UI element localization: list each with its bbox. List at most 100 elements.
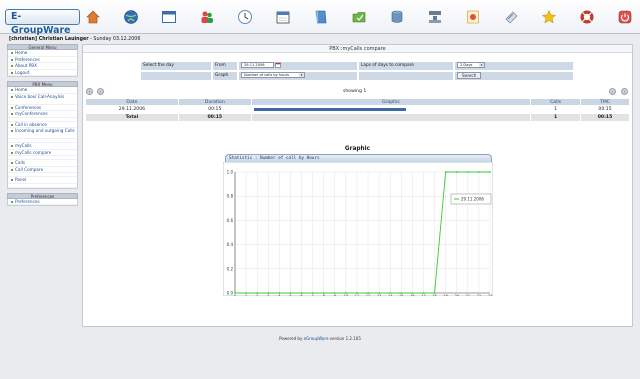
data-point	[256, 292, 259, 294]
x-tick-label: 10	[344, 294, 348, 296]
home-app-button[interactable]	[84, 8, 102, 26]
cell-date: 29.11.2006	[85, 105, 179, 114]
calendar-app-button[interactable]	[274, 8, 292, 26]
footer-link[interactable]: eGroupWare	[304, 336, 329, 341]
y-tick-label: 0.0	[227, 291, 234, 296]
star-app-button[interactable]	[540, 8, 558, 26]
window-app-button[interactable]	[160, 8, 178, 26]
preferences-menu-list: Preferences	[7, 198, 78, 206]
data-point	[245, 292, 247, 294]
sidebar: General Menu Home Preferences About PBX Log…	[7, 44, 78, 210]
total-calls: 1	[530, 113, 582, 122]
col-graphic[interactable]: Graphic	[250, 98, 532, 106]
general-menu: General Menu Home Preferences About PBX Log…	[7, 44, 78, 77]
network-app-button[interactable]	[426, 8, 444, 26]
logout-app-button[interactable]	[616, 8, 634, 26]
data-point	[234, 292, 236, 294]
from-label: From	[212, 61, 238, 71]
x-tick-label: 3	[267, 294, 269, 296]
col-duration[interactable]: Duration	[177, 98, 252, 106]
search-cell: Search	[454, 71, 574, 81]
laps-label: Laps of days to compare	[358, 61, 454, 71]
y-tick-label: 0.4	[227, 242, 234, 247]
from-cell: 29.11.2006	[238, 61, 358, 71]
x-tick-label: 14	[388, 294, 392, 296]
data-point	[478, 171, 480, 173]
graphic-title: Graphic	[344, 146, 371, 152]
x-tick-label: 13	[377, 294, 381, 296]
empty-cell	[140, 71, 212, 81]
chevron-down-icon: ▾	[299, 73, 304, 77]
printer-icon	[505, 11, 518, 24]
sidebar-item-pbx-myconferences[interactable]: myConferences	[8, 111, 77, 118]
sidebar-separator	[8, 184, 77, 188]
clock-icon	[238, 10, 252, 24]
graph-value: Number of calls by hours	[244, 73, 290, 77]
x-tick-label: 12	[366, 294, 370, 296]
x-tick-label: 16	[410, 294, 414, 296]
prev-page-button[interactable]: ‹	[97, 88, 104, 95]
x-tick-label: 8	[323, 294, 325, 296]
x-tick-label: 6	[300, 294, 302, 296]
sidebar-item-pbx-panel[interactable]: Panel	[8, 177, 77, 184]
sidebar-item-general-logout[interactable]: Logout	[8, 70, 77, 76]
search-button[interactable]: Search	[457, 72, 482, 79]
table-row: 29.11.2006 00:15 1 00:15	[85, 105, 630, 114]
sidebar-item-pbx-voice-box-call-anaylsis[interactable]: Voice box/ Call-Anaylsis	[8, 94, 77, 105]
book-icon	[315, 10, 327, 24]
select-day-label: Select the day	[140, 61, 212, 71]
laps-value: 2 Days	[460, 63, 473, 67]
page-title: PBX::myCalls compare	[83, 45, 632, 53]
file-manager-app-button[interactable]	[350, 8, 368, 26]
next-page-button[interactable]: ›	[609, 88, 616, 95]
y-tick-label: 0.2	[227, 266, 234, 271]
home-icon	[86, 10, 100, 24]
col-calls[interactable]: Calls	[530, 98, 582, 106]
data-point	[489, 171, 491, 173]
graph-cell: Number of calls by hours ▾	[238, 71, 358, 81]
cell-tmc: 00:15	[580, 105, 630, 114]
data-point	[311, 292, 314, 294]
col-tmc[interactable]: TMC	[580, 98, 630, 106]
data-point	[444, 171, 447, 173]
laps-cell: 2 Days ▾	[454, 61, 574, 71]
sidebar-item-prefs-preferences[interactable]: Preferences	[8, 199, 77, 205]
x-tick-label: 22	[477, 294, 481, 296]
graph-select[interactable]: Number of calls by hours ▾	[241, 72, 305, 78]
help-icon	[580, 10, 594, 24]
database-app-button[interactable]	[388, 8, 406, 26]
line-chart: 0.00.20.40.60.81.00 1 2 3 4 5 6 7 8 9 10 11 12 13 14 15…	[223, 162, 493, 296]
total-label: Total	[85, 113, 179, 122]
footer-suffix: version 1.2.105	[328, 336, 361, 341]
globe-icon	[124, 10, 138, 24]
sidebar-item-pbx-mycalls-compare[interactable]: myCalls compare	[8, 150, 77, 156]
x-tick-label: 21	[466, 294, 470, 296]
calendar-icon	[276, 11, 290, 24]
sidebar-item-pbx-incoming-and-outgoing-calls[interactable]: Incoming and outgoing Calls	[8, 128, 77, 139]
cell-duration: 00:15	[177, 105, 252, 114]
data-point	[433, 292, 436, 294]
printer-app-button[interactable]	[502, 8, 520, 26]
clock-app-button[interactable]	[236, 8, 254, 26]
users-app-button[interactable]	[198, 8, 216, 26]
book-app-button[interactable]	[312, 8, 330, 26]
data-point	[300, 292, 303, 294]
help-app-button[interactable]	[578, 8, 596, 26]
calendar-icon[interactable]	[275, 62, 282, 68]
notes-app-button[interactable]	[464, 8, 482, 26]
window-icon	[162, 11, 176, 23]
sidebar-item-pbx-call-compare[interactable]: Call Compare	[8, 167, 77, 173]
first-page-button[interactable]: ‹	[86, 88, 93, 95]
preferences-menu: Preferences Preferences	[7, 192, 78, 206]
x-tick-label: 19	[443, 294, 447, 296]
data-point	[289, 292, 292, 294]
egroupware-logo[interactable]: E-GroupWare	[5, 9, 80, 36]
x-tick-label: 0	[234, 294, 236, 296]
from-date-input[interactable]: 29.11.2006	[241, 62, 274, 68]
globe-app-button[interactable]	[122, 8, 140, 26]
last-page-button[interactable]: ›	[621, 88, 628, 95]
network-icon	[429, 11, 441, 23]
data-point	[333, 292, 336, 294]
laps-select[interactable]: 2 Days ▾	[457, 62, 485, 68]
col-date[interactable]: Date	[85, 98, 179, 106]
